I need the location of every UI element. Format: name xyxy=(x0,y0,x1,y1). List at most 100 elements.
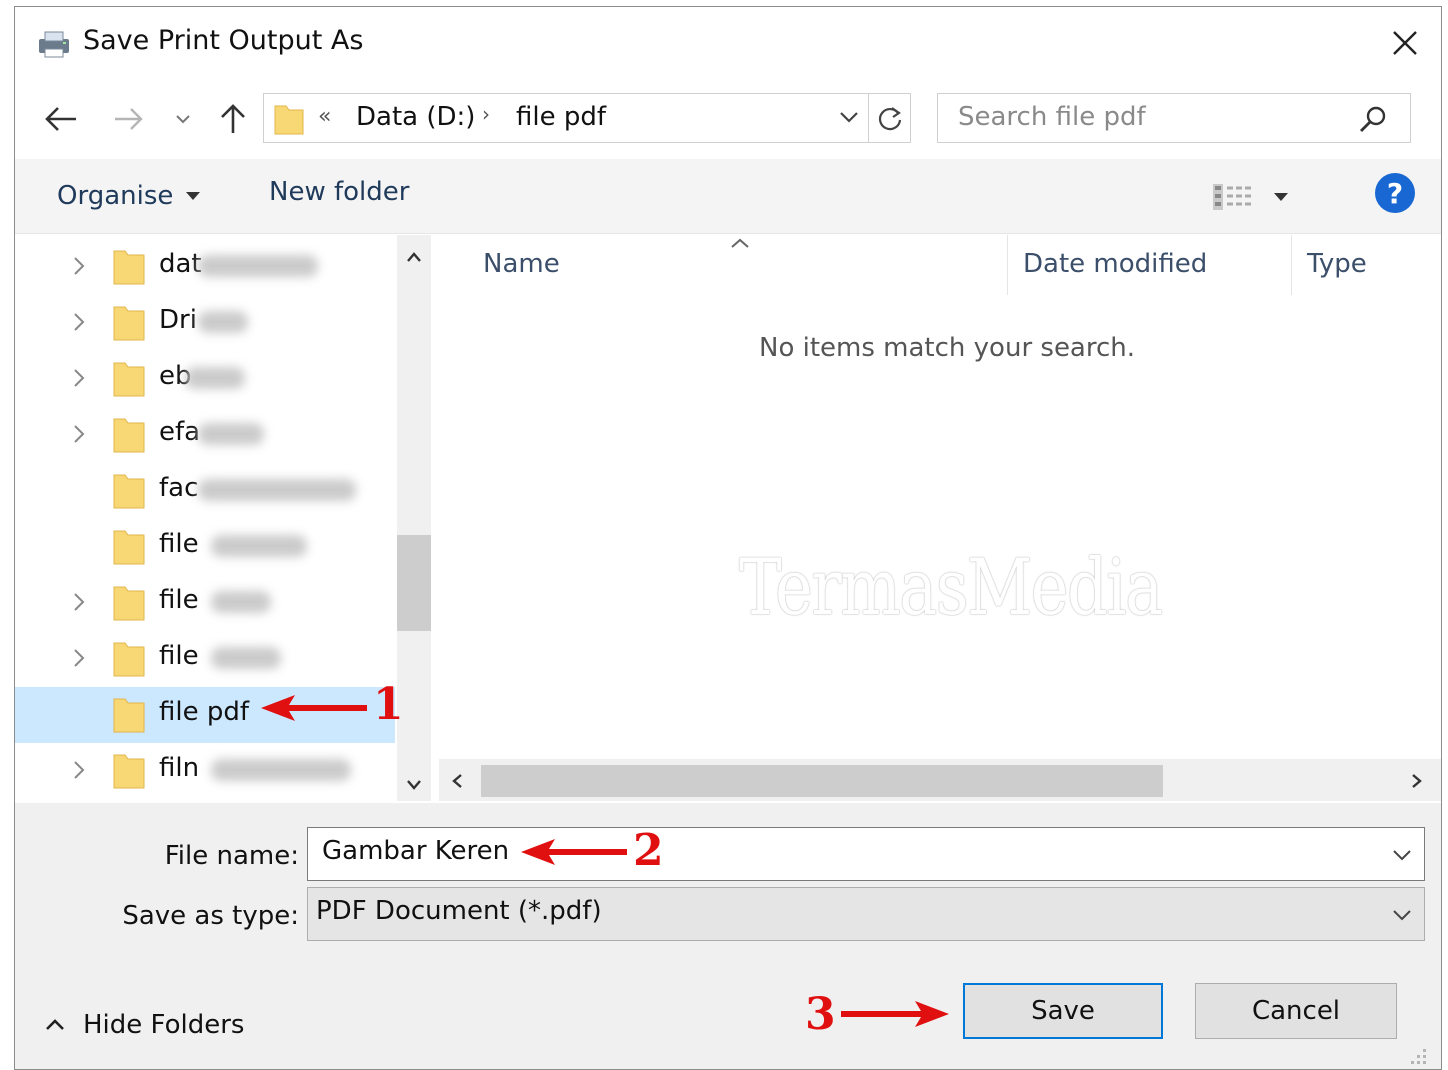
folder-icon xyxy=(113,306,145,341)
file-name-combobox[interactable]: Gambar Keren xyxy=(307,827,1425,881)
view-options-button[interactable] xyxy=(1211,179,1301,215)
chevron-right-icon[interactable] xyxy=(69,589,89,615)
folder-icon xyxy=(113,754,145,789)
arrow-up-icon xyxy=(221,104,245,133)
tree-item-label: filn xyxy=(159,753,200,783)
arrow-right-icon xyxy=(115,108,143,130)
annotation-arrow-icon xyxy=(841,1001,949,1027)
file-name-input[interactable]: Gambar Keren xyxy=(322,836,509,866)
redacted-text xyxy=(211,647,281,669)
save-button[interactable]: Save xyxy=(963,983,1163,1039)
navigation-pane-scroll-thumb[interactable] xyxy=(397,535,431,631)
redacted-text xyxy=(198,479,356,501)
column-divider[interactable] xyxy=(1291,235,1292,295)
help-button[interactable]: ? xyxy=(1375,173,1415,213)
redacted-text xyxy=(198,255,318,277)
resize-grip-icon[interactable] xyxy=(1407,1045,1429,1067)
redacted-text xyxy=(198,423,264,445)
tree-item[interactable]: file xyxy=(15,631,395,687)
tree-item[interactable]: dat xyxy=(15,239,395,295)
column-header-type[interactable]: Type xyxy=(1307,249,1367,279)
scroll-right-icon[interactable] xyxy=(1411,773,1423,789)
tree-item-label: file xyxy=(159,529,199,559)
address-segment-file-pdf[interactable]: file pdf xyxy=(516,102,606,132)
address-overflow[interactable]: « xyxy=(318,104,331,129)
save-dialog: Save Print Output As « Data (D:) › file … xyxy=(14,6,1442,1070)
tree-item[interactable]: efa xyxy=(15,407,395,463)
save-type-label: Save as type: xyxy=(122,901,299,931)
refresh-button[interactable] xyxy=(876,104,904,136)
folder-icon xyxy=(274,105,304,135)
empty-message: No items match your search. xyxy=(759,333,1136,363)
hide-folders-button[interactable]: Hide Folders xyxy=(45,1009,244,1041)
folder-icon xyxy=(113,586,145,621)
tree-item[interactable]: file xyxy=(15,519,395,575)
folder-icon xyxy=(113,698,145,733)
chevron-up-icon xyxy=(46,1019,64,1030)
column-header-name[interactable]: Name xyxy=(483,249,560,279)
refresh-icon xyxy=(878,107,902,131)
back-button[interactable] xyxy=(37,91,85,147)
chevron-right-icon[interactable] xyxy=(69,365,89,391)
cancel-button[interactable]: Cancel xyxy=(1195,983,1397,1039)
tree-item[interactable]: fac xyxy=(15,463,395,519)
window-title: Save Print Output As xyxy=(83,25,364,56)
address-separator-icon[interactable]: › xyxy=(482,102,490,126)
chevron-right-icon[interactable] xyxy=(69,421,89,447)
tree-item-label: file xyxy=(159,641,199,671)
column-divider[interactable] xyxy=(1007,235,1008,295)
chevron-down-icon xyxy=(176,115,190,124)
forward-button[interactable] xyxy=(107,91,151,147)
address-segment-data-drive[interactable]: Data (D:) xyxy=(356,102,475,132)
title-bar: Save Print Output As xyxy=(15,7,1441,79)
column-header-date-modified[interactable]: Date modified xyxy=(1023,249,1207,279)
caret-down-icon xyxy=(1274,193,1288,201)
up-button[interactable] xyxy=(213,91,253,147)
organise-label: Organise xyxy=(57,181,174,211)
organise-menu-button[interactable]: Organise xyxy=(57,159,201,233)
tree-item[interactable]: eb xyxy=(15,351,395,407)
scroll-left-icon[interactable] xyxy=(451,773,463,789)
search-icon[interactable] xyxy=(1358,104,1388,134)
chevron-down-icon xyxy=(840,112,858,123)
chevron-right-icon[interactable] xyxy=(69,757,89,783)
chevron-right-icon[interactable] xyxy=(69,645,89,671)
view-list-icon xyxy=(1213,184,1251,210)
file-name-label: File name: xyxy=(164,841,299,871)
file-list[interactable]: Name Date modified Type No items match y… xyxy=(439,235,1441,801)
save-type-select[interactable]: PDF Document (*.pdf) xyxy=(307,887,1425,941)
save-type-value[interactable]: PDF Document (*.pdf) xyxy=(316,896,602,926)
folder-icon xyxy=(113,418,145,453)
watermark: TermasMedia xyxy=(739,543,1163,633)
folder-icon xyxy=(113,642,145,677)
search-input[interactable]: Search file pdf xyxy=(958,102,1146,132)
tree-item-label: Dri xyxy=(159,305,197,335)
chevron-right-icon[interactable] xyxy=(69,253,89,279)
close-icon xyxy=(1393,31,1417,55)
tree-item[interactable]: filn xyxy=(15,743,395,799)
recent-locations-button[interactable] xyxy=(169,91,197,147)
redacted-text xyxy=(211,591,271,613)
tree-item-label: dat xyxy=(159,249,202,279)
tree-item[interactable]: file xyxy=(15,575,395,631)
scroll-up-icon[interactable] xyxy=(406,251,422,263)
annotation-arrow-icon xyxy=(521,839,627,865)
close-button[interactable] xyxy=(1369,7,1441,79)
chevron-down-icon[interactable] xyxy=(1392,848,1412,862)
redacted-text xyxy=(211,535,307,557)
chevron-down-icon[interactable] xyxy=(1392,908,1412,922)
tree-item-label: file pdf xyxy=(159,697,250,727)
scroll-down-icon[interactable] xyxy=(406,779,422,791)
address-divider xyxy=(868,94,869,142)
new-folder-button[interactable]: New folder xyxy=(269,177,409,207)
tree-item[interactable]: Dri xyxy=(15,295,395,351)
redacted-text xyxy=(211,759,351,781)
file-list-scroll-thumb[interactable] xyxy=(481,765,1163,797)
save-form: File name: Gambar Keren Save as type: PD… xyxy=(15,803,1441,1069)
address-history-dropdown[interactable] xyxy=(838,108,860,130)
navigation-bar: « Data (D:) › file pdf Search file pdf xyxy=(15,91,1441,149)
address-bar[interactable]: « Data (D:) › file pdf xyxy=(263,93,911,143)
folder-icon xyxy=(113,474,145,509)
search-box[interactable]: Search file pdf xyxy=(937,93,1411,143)
chevron-right-icon[interactable] xyxy=(69,309,89,335)
